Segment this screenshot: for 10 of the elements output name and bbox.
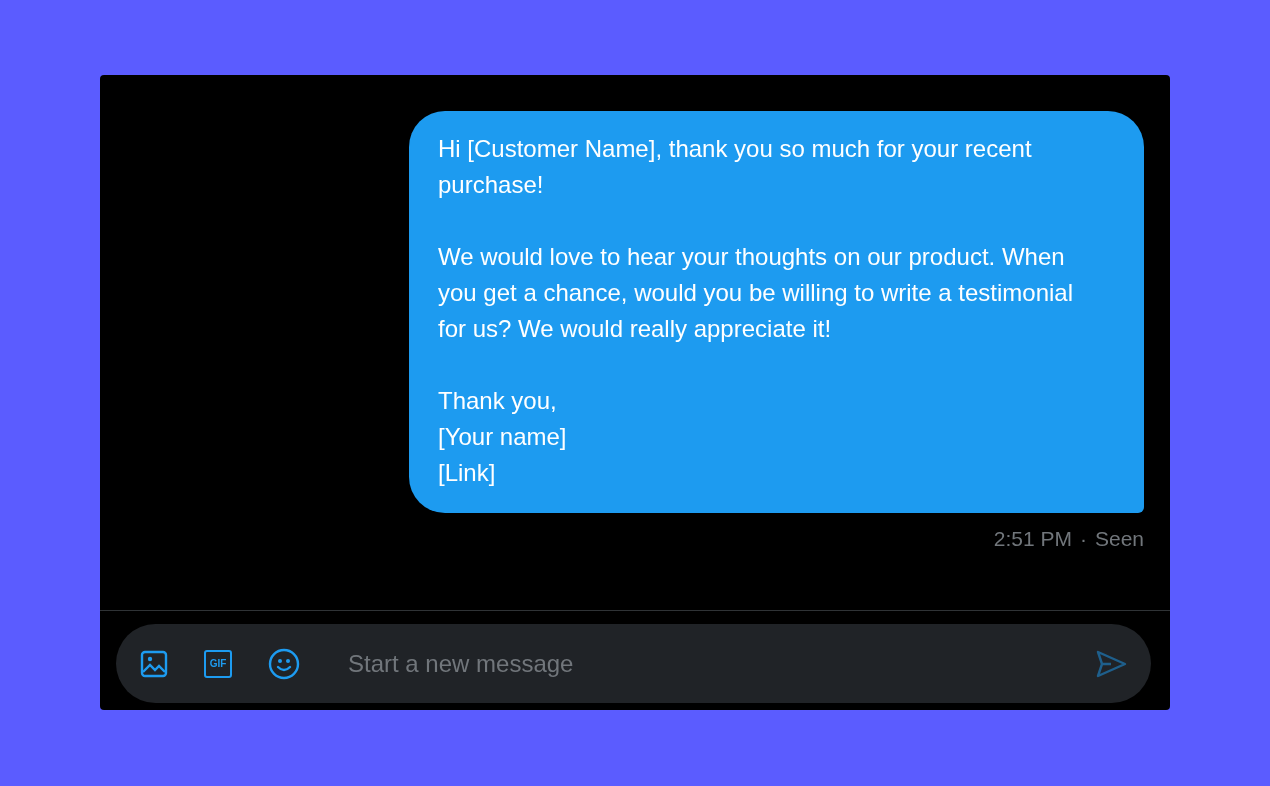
message-text: Thank you, [Your name] [Link] bbox=[438, 386, 568, 488]
emoji-icon[interactable] bbox=[268, 647, 300, 680]
message-input[interactable]: GIF Start a new message bbox=[116, 624, 1151, 703]
message-text: Hi [Customer Name], thank you so much for your recent purchase! bbox=[438, 134, 1033, 200]
separator-dot: · bbox=[1079, 527, 1087, 551]
seen-status: Seen bbox=[1094, 527, 1144, 551]
image-icon[interactable] bbox=[140, 649, 168, 678]
message-time: 2:51 PM bbox=[993, 527, 1072, 551]
gif-icon[interactable]: GIF bbox=[204, 649, 232, 678]
message-text: We would love to hear your thoughts on our product. When you get a chance, would you be willing to write a testimonial for us? We would really appreciate it! bbox=[438, 242, 1074, 344]
